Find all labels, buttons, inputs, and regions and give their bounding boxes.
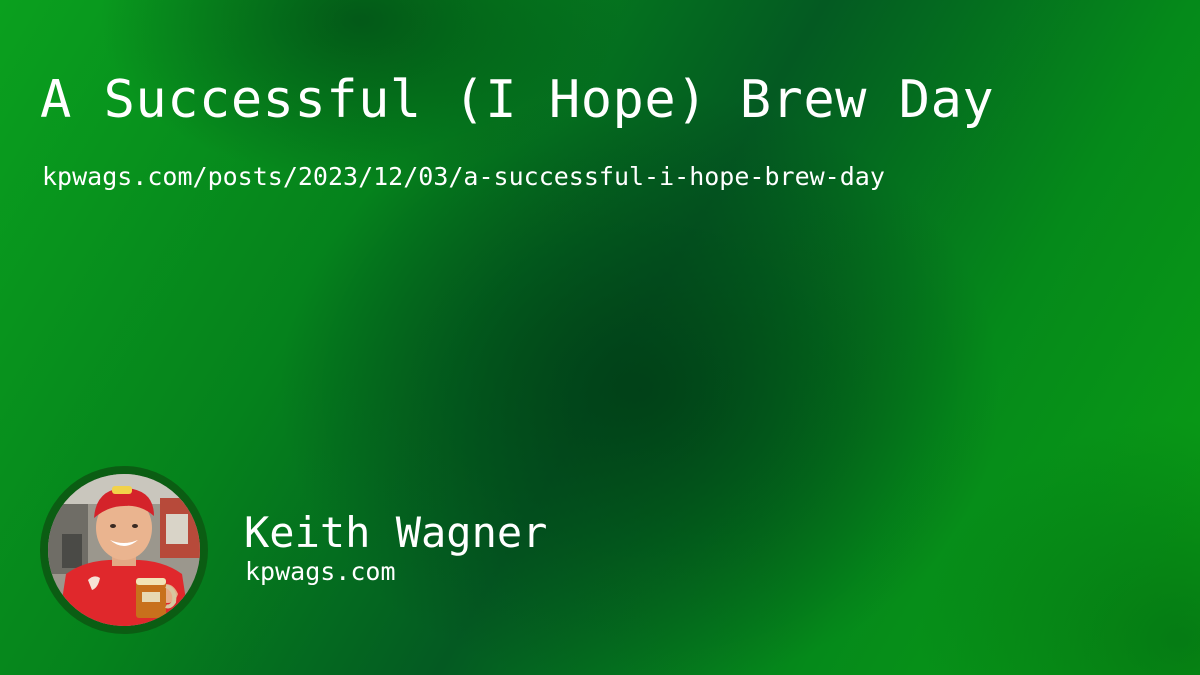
avatar	[48, 474, 200, 626]
avatar-ring	[40, 466, 208, 634]
author-site: kpwags.com	[245, 557, 396, 586]
social-card: A Successful (I Hope) Brew Day kpwags.co…	[0, 0, 1200, 675]
author-name: Keith Wagner	[244, 508, 548, 557]
post-url: kpwags.com/posts/2023/12/03/a-successful…	[42, 162, 885, 191]
post-title: A Successful (I Hope) Brew Day	[40, 70, 995, 130]
avatar-photo-icon	[48, 474, 200, 626]
